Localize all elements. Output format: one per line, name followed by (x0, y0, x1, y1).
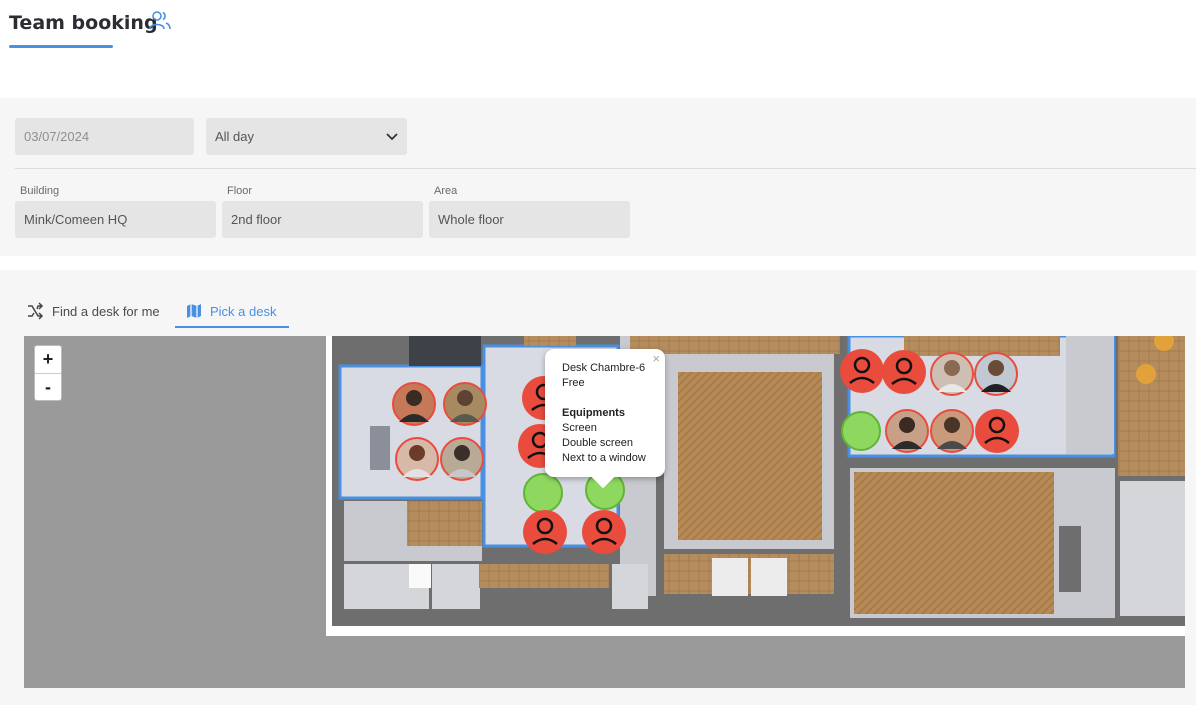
divider (15, 168, 1196, 169)
building-label: Building (20, 185, 60, 197)
shuffle-icon (28, 302, 44, 320)
zoom-control: + - (34, 345, 62, 401)
building-value: Mink/Comeen HQ (24, 212, 128, 227)
time-select[interactable]: All day (206, 118, 407, 155)
desk-occupied[interactable] (882, 350, 926, 394)
desk-occupied-photo[interactable] (885, 409, 929, 453)
desk-occupied[interactable] (975, 409, 1019, 453)
page-title: Team booking (9, 12, 158, 34)
desk-occupied-photo[interactable] (440, 437, 484, 481)
desk-occupied-photo[interactable] (392, 382, 436, 426)
building-select[interactable]: Mink/Comeen HQ (15, 201, 216, 238)
filters-panel: 03/07/2024 All day Building Floor Area M… (0, 98, 1196, 256)
desk-occupied-photo[interactable] (443, 382, 487, 426)
time-value: All day (215, 129, 255, 144)
popup-desk-name: Desk Chambre-6 (562, 362, 646, 374)
tab-find-a-desk[interactable]: Find a desk for me (26, 294, 160, 328)
date-field[interactable]: 03/07/2024 (15, 118, 194, 155)
area-value: Whole floor (438, 212, 504, 227)
desk-popup: × Desk Chambre-6 Free Equipments Screen … (545, 349, 665, 489)
desk-occupied[interactable] (523, 510, 567, 554)
area-select[interactable]: Whole floor (429, 201, 630, 238)
tab-pick-label: Pick a desk (210, 303, 277, 319)
close-icon[interactable]: × (652, 351, 660, 366)
zoom-out-button[interactable]: - (35, 373, 61, 400)
desk-occupied-photo[interactable] (395, 437, 439, 481)
map-icon (187, 304, 201, 318)
date-value: 03/07/2024 (24, 129, 90, 144)
popup-equipment-item: Next to a window (562, 452, 646, 464)
desk-occupied-photo[interactable] (930, 352, 974, 396)
floor-map[interactable]: + - × Desk Chambre-6 Free Equipments Scr… (24, 336, 1185, 688)
popup-desk-status: Free (562, 377, 585, 389)
chevron-down-icon (386, 132, 398, 140)
floor-select[interactable]: 2nd floor (222, 201, 423, 238)
popup-equipments-title: Equipments (562, 407, 625, 419)
page-header: Team booking (0, 0, 1196, 98)
popup-equipment-item: Screen (562, 422, 597, 434)
desk-occupied-photo[interactable] (930, 409, 974, 453)
desk-occupied[interactable] (840, 349, 884, 393)
desk-free[interactable] (523, 473, 563, 513)
zoom-in-button[interactable]: + (35, 346, 61, 373)
tab-pick-a-desk[interactable]: Pick a desk (186, 294, 276, 328)
tab-find-label: Find a desk for me (52, 303, 160, 319)
active-tab-underline (175, 326, 289, 328)
floor-label: Floor (227, 185, 253, 197)
users-icon (149, 11, 171, 30)
desk-occupied-photo[interactable] (974, 352, 1018, 396)
floor-value: 2nd floor (231, 212, 282, 227)
desk-occupied[interactable] (582, 510, 626, 554)
area-label: Area (434, 185, 458, 197)
popup-equipment-item: Double screen (562, 437, 633, 449)
desk-free[interactable] (841, 411, 881, 451)
title-underline (9, 45, 113, 48)
